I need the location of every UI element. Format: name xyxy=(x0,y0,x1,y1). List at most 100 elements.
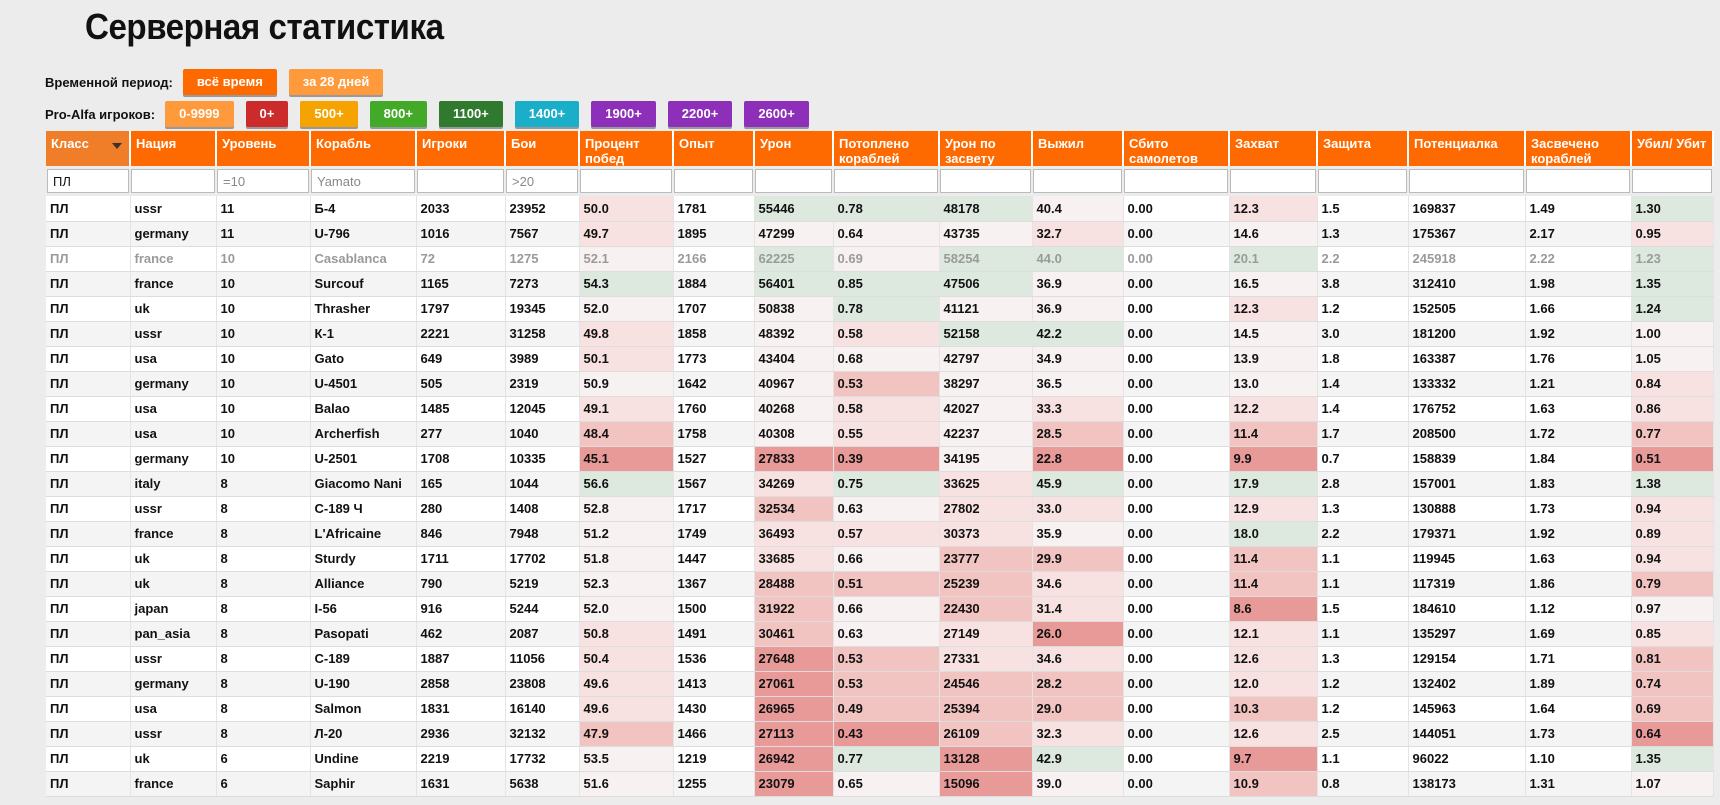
table-cell: 0.00 xyxy=(1123,546,1230,572)
column-header-0[interactable]: Класс xyxy=(46,131,131,166)
filter-input-6[interactable] xyxy=(580,169,672,193)
table-cell: 0.65 xyxy=(833,771,940,797)
table-cell: 1.3 xyxy=(1317,646,1409,672)
filter-input-0[interactable] xyxy=(47,169,129,193)
table-row[interactable]: ПЛ germany 10 U-4501 505 2319 50.9 1642 40967 0.5… xyxy=(46,371,1714,397)
table-row[interactable]: ПЛ usa 10 Archerfish 277 1040 48.4 1758 40308 0.5… xyxy=(46,421,1714,447)
period-button-0[interactable]: всё время xyxy=(182,69,277,95)
filter-input-4[interactable] xyxy=(417,169,504,193)
table-row[interactable]: ПЛ france 8 L'Africaine 846 7948 51.2 1749 36493… xyxy=(46,521,1714,547)
table-cell: 0.00 xyxy=(1123,421,1230,447)
table-row[interactable]: ПЛ france 10 Surcouf 1165 7273 54.3 1884 56401 0.… xyxy=(46,271,1714,297)
filter-input-5[interactable] xyxy=(506,169,578,193)
column-header-12[interactable]: Сбито самолетов xyxy=(1123,131,1230,166)
table-row[interactable]: ПЛ uk 6 Undine 2219 17732 53.5 1219 26942 0.77 131… xyxy=(46,746,1714,772)
filter-input-2[interactable] xyxy=(217,169,309,193)
period-button-1[interactable]: за 28 дней xyxy=(288,69,384,95)
table-cell: 0.00 xyxy=(1123,671,1230,697)
column-header-label: Выжил xyxy=(1038,136,1084,151)
table-row[interactable]: ПЛ japan 8 I-56 916 5244 52.0 1500 31922 0.66 2243… xyxy=(46,596,1714,622)
filter-input-13[interactable] xyxy=(1230,169,1316,193)
column-header-1[interactable]: Нация xyxy=(130,131,217,166)
pro-button-5[interactable]: 1400+ xyxy=(514,101,580,127)
table-cell: 35.9 xyxy=(1032,521,1124,547)
table-row[interactable]: ПЛ germany 10 U-2501 1708 10335 45.1 1527 27833 0… xyxy=(46,446,1714,472)
table-row[interactable]: ПЛ ussr 8 С-189 1887 11056 50.4 1536 27648 0.53 27… xyxy=(46,646,1714,672)
table-cell: 2166 xyxy=(673,246,755,272)
column-header-10[interactable]: Урон по засвету xyxy=(939,131,1033,166)
table-cell: 1.4 xyxy=(1317,371,1409,397)
table-cell: 2.5 xyxy=(1317,721,1409,747)
column-header-13[interactable]: Захват xyxy=(1229,131,1318,166)
column-header-11[interactable]: Выжил xyxy=(1032,131,1124,166)
table-cell: 52.0 xyxy=(579,296,674,322)
pro-button-1[interactable]: 0+ xyxy=(245,101,289,127)
filter-input-15[interactable] xyxy=(1409,169,1524,193)
table-cell: 1491 xyxy=(673,621,755,647)
table-cell: 0.64 xyxy=(1631,721,1714,747)
table-cell: 54.3 xyxy=(579,271,674,297)
column-header-8[interactable]: Урон xyxy=(754,131,834,166)
filter-input-14[interactable] xyxy=(1318,169,1407,193)
pro-button-2[interactable]: 500+ xyxy=(300,101,358,127)
pro-button-6[interactable]: 1900+ xyxy=(591,101,656,127)
table-cell: 47299 xyxy=(754,221,834,247)
table-row[interactable]: ПЛ usa 10 Balao 1485 12045 49.1 1760 40268 0.58 42… xyxy=(46,396,1714,422)
table-row[interactable]: ПЛ ussr 8 Л-20 2936 32132 47.9 1466 27113 0.43 261… xyxy=(46,721,1714,747)
column-header-label: Убил/ Убит xyxy=(1637,136,1707,151)
filter-input-11[interactable] xyxy=(1033,169,1122,193)
filter-input-16[interactable] xyxy=(1526,169,1630,193)
pro-button-7[interactable]: 2200+ xyxy=(667,101,733,127)
pro-button-8[interactable]: 2600+ xyxy=(744,101,809,127)
table-row[interactable]: ПЛ uk 8 Sturdy 1711 17702 51.8 1447 33685 0.66 237… xyxy=(46,546,1714,572)
pro-button-4[interactable]: 1100+ xyxy=(438,101,503,127)
table-cell: 1.24 xyxy=(1631,296,1714,322)
filter-input-8[interactable] xyxy=(755,169,832,193)
column-header-3[interactable]: Корабль xyxy=(310,131,417,166)
filter-input-12[interactable] xyxy=(1124,169,1228,193)
pro-button-3[interactable]: 800+ xyxy=(369,101,427,127)
table-row[interactable]: ПЛ france 6 Saphir 1631 5638 51.6 1255 23079 0.65… xyxy=(46,771,1714,797)
table-cell: 96022 xyxy=(1408,746,1526,772)
table-cell: 8 xyxy=(216,646,311,672)
table-row[interactable]: ПЛ italy 8 Giacomo Nani 165 1044 56.6 1567 34269… xyxy=(46,471,1714,497)
table-row[interactable]: ПЛ ussr 10 К-1 2221 31258 49.8 1858 48392 0.58 521… xyxy=(46,321,1714,347)
table-cell: 33625 xyxy=(939,471,1033,497)
table-row[interactable]: ПЛ germany 11 U-796 1016 7567 49.7 1895 47299 0.6… xyxy=(46,221,1714,247)
filter-input-1[interactable] xyxy=(131,169,215,193)
table-row[interactable]: ПЛ usa 8 Salmon 1831 16140 49.6 1430 26965 0.49 25… xyxy=(46,696,1714,722)
table-cell: 1.35 xyxy=(1631,746,1714,772)
column-header-9[interactable]: Потоплено кораблей xyxy=(833,131,940,166)
filter-input-3[interactable] xyxy=(311,169,415,193)
table-cell: 51.8 xyxy=(579,546,674,572)
column-header-2[interactable]: Уровень xyxy=(216,131,311,166)
filter-input-17[interactable] xyxy=(1632,169,1712,193)
table-cell: 10 xyxy=(216,296,311,322)
column-header-16[interactable]: Засвечено кораблей xyxy=(1525,131,1632,166)
column-header-5[interactable]: Бои xyxy=(505,131,580,166)
period-filter: Временной период: всё время за 28 дней xyxy=(45,68,395,96)
table-cell: 0.86 xyxy=(1631,396,1714,422)
table-cell: 1447 xyxy=(673,546,755,572)
filter-input-10[interactable] xyxy=(940,169,1031,193)
column-header-7[interactable]: Опыт xyxy=(673,131,755,166)
column-header-15[interactable]: Потенциалка xyxy=(1408,131,1526,166)
column-header-4[interactable]: Игроки xyxy=(416,131,506,166)
table-cell: 280 xyxy=(416,496,506,522)
table-cell: 42.9 xyxy=(1032,746,1124,772)
table-row[interactable]: ПЛ uk 8 Alliance 790 5219 52.3 1367 28488 0.51 252… xyxy=(46,571,1714,597)
pro-button-0[interactable]: 0-9999 xyxy=(165,101,234,127)
column-header-14[interactable]: Защита xyxy=(1317,131,1409,166)
filter-input-9[interactable] xyxy=(834,169,938,193)
table-row[interactable]: ПЛ usa 10 Gato 649 3989 50.1 1773 43404 0.68 42797… xyxy=(46,346,1714,372)
filter-input-7[interactable] xyxy=(674,169,753,193)
column-header-17[interactable]: Убил/ Убит xyxy=(1631,131,1714,166)
table-row[interactable]: ПЛ pan_asia 8 Pasopati 462 2087 50.8 1491 30461 0… xyxy=(46,621,1714,647)
table-row[interactable]: ПЛ ussr 8 С-189 Ч 280 1408 52.8 1717 32534 0.63 27… xyxy=(46,496,1714,522)
table-row[interactable]: ПЛ uk 10 Thrasher 1797 19345 52.0 1707 50838 0.78… xyxy=(46,296,1714,322)
column-header-6[interactable]: Процент побед xyxy=(579,131,674,166)
table-cell: 38297 xyxy=(939,371,1033,397)
table-row[interactable]: ПЛ germany 8 U-190 2858 23808 49.6 1413 27061 0.5… xyxy=(46,671,1714,697)
table-row[interactable]: ПЛ ussr 11 Б-4 2033 23952 50.0 1781 55446 0.78 481… xyxy=(46,196,1714,222)
table-row[interactable]: ПЛ france 10 Casablanca 72 1275 52.1 2166 62225 0… xyxy=(46,246,1714,272)
